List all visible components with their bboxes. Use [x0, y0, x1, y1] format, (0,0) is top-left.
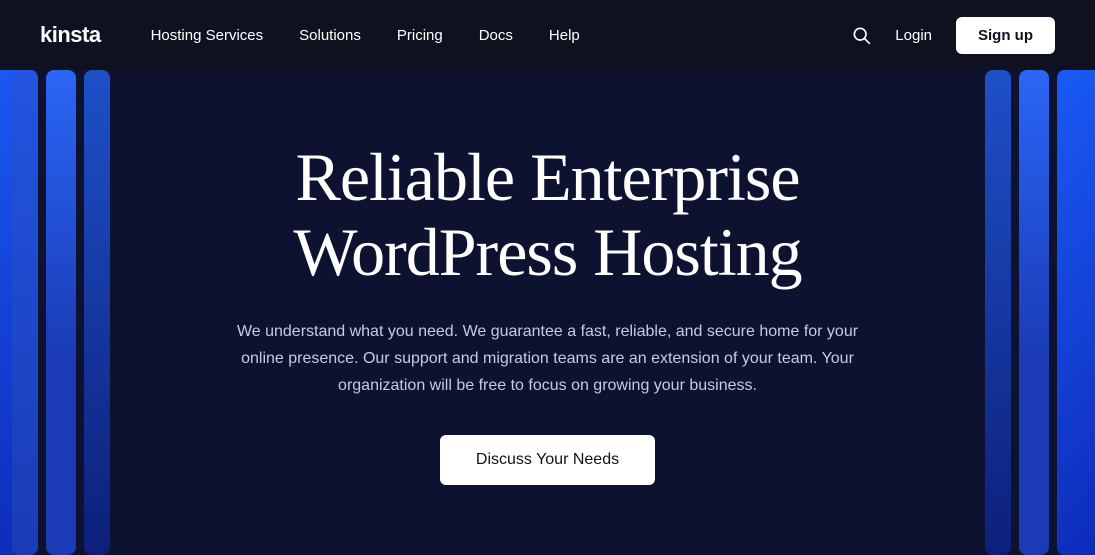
logo-text: kinsta — [40, 22, 101, 48]
nav-docs[interactable]: Docs — [479, 27, 513, 44]
left-col-1 — [12, 70, 38, 555]
hero-title: Reliable Enterprise WordPress Hosting — [228, 140, 868, 290]
hero-content: Reliable Enterprise WordPress Hosting We… — [208, 140, 888, 485]
left-col-2 — [46, 70, 76, 555]
left-col-3 — [84, 70, 110, 555]
right-col-3 — [1057, 70, 1083, 555]
cta-button[interactable]: Discuss Your Needs — [440, 435, 655, 485]
search-icon — [851, 25, 871, 45]
nav-solutions[interactable]: Solutions — [299, 27, 361, 44]
hero-title-line1: Reliable Enterprise — [295, 139, 799, 215]
login-button[interactable]: Login — [895, 27, 932, 44]
right-col-1 — [985, 70, 1011, 555]
nav-right: Login Sign up — [851, 17, 1055, 54]
right-col-2 — [1019, 70, 1049, 555]
nav-pricing[interactable]: Pricing — [397, 27, 443, 44]
nav-help[interactable]: Help — [549, 27, 580, 44]
hero-section: Reliable Enterprise WordPress Hosting We… — [0, 70, 1095, 555]
navbar: kinsta Hosting Services Solutions Pricin… — [0, 0, 1095, 70]
search-button[interactable] — [851, 25, 871, 45]
nav-hosting-services[interactable]: Hosting Services — [151, 27, 264, 44]
logo[interactable]: kinsta — [40, 22, 101, 48]
nav-links: Hosting Services Solutions Pricing Docs … — [151, 27, 852, 44]
hero-subtitle: We understand what you need. We guarante… — [228, 318, 868, 400]
signup-button[interactable]: Sign up — [956, 17, 1055, 54]
hero-title-line2: WordPress Hosting — [293, 214, 801, 290]
left-columns-decoration — [0, 70, 110, 555]
right-columns-decoration — [985, 70, 1095, 555]
